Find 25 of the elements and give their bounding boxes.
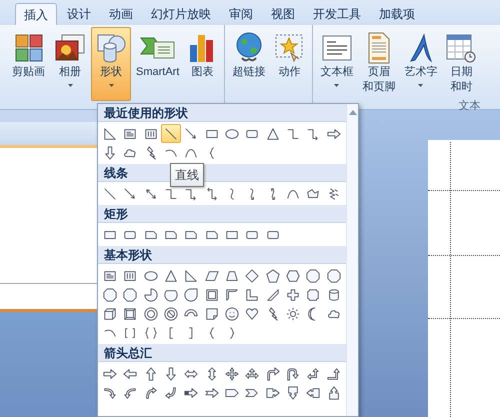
section-header: 矩形: [98, 205, 346, 223]
ribbon-button[interactable]: 形状: [91, 27, 131, 101]
ribbon-tab[interactable]: 幻灯片放映: [143, 3, 219, 25]
section-header: 基本形状: [98, 246, 346, 264]
ribbon-tab[interactable]: 审阅: [221, 3, 261, 25]
ribbon-button[interactable]: 相册: [50, 27, 90, 101]
ribbon-button[interactable]: 动作: [270, 27, 308, 101]
ribbon-tab[interactable]: 开发工具: [305, 3, 369, 25]
ribbon-button[interactable]: 页眉 和页脚: [358, 27, 400, 101]
ribbon-button[interactable]: 剪贴画: [8, 27, 49, 101]
section-header: 箭头总汇: [98, 344, 346, 362]
group-label: 文本: [458, 101, 480, 111]
ribbon-button[interactable]: 超链接: [228, 27, 270, 101]
ribbon-button[interactable]: SmartArt: [132, 27, 184, 101]
ribbon-button[interactable]: 文本框: [316, 27, 358, 101]
ribbon-tab[interactable]: 动画: [101, 3, 141, 25]
ribbon-button[interactable]: 日期 和时: [442, 27, 480, 101]
ribbon-tab[interactable]: 加载项: [371, 3, 423, 25]
ribbon-tab[interactable]: 设计: [59, 3, 99, 25]
ribbon-tab[interactable]: 视图: [263, 3, 303, 25]
ribbon-button[interactable]: 图表: [184, 27, 220, 101]
ribbon-button[interactable]: 艺术字: [400, 27, 442, 101]
section-header: 最近使用的形状: [98, 104, 346, 122]
ribbon-tab[interactable]: 插入: [15, 3, 57, 25]
tooltip: 直线: [170, 163, 204, 187]
